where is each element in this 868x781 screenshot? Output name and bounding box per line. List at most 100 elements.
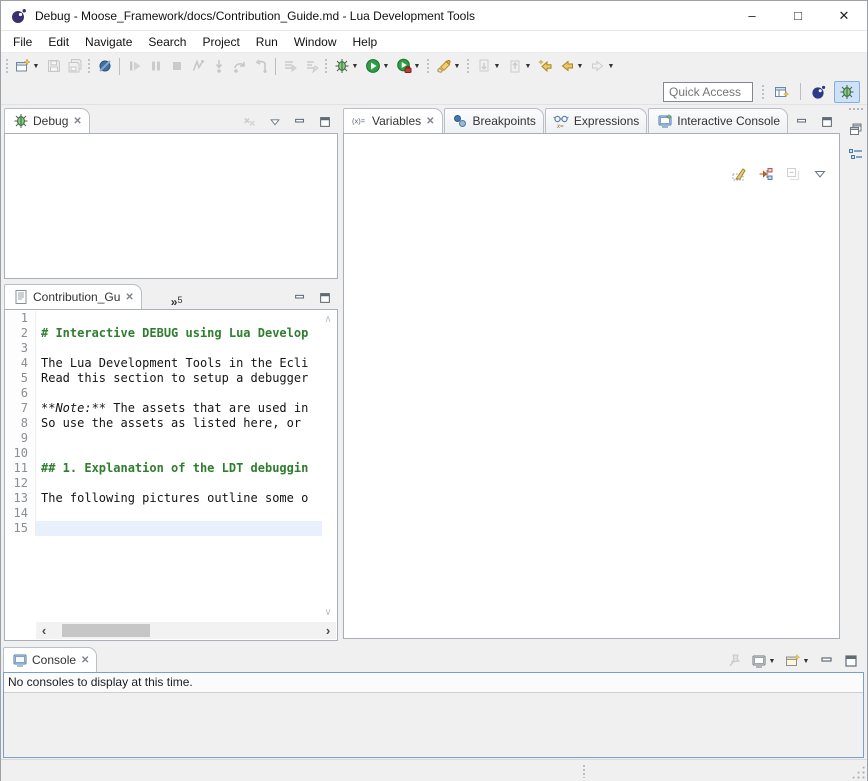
dropdown-arrow-icon[interactable]: ▼ bbox=[606, 55, 616, 77]
tab-variables[interactable]: (x)= Variables ✕ bbox=[343, 108, 443, 133]
lua-perspective-button[interactable] bbox=[806, 81, 832, 103]
next-annotation-button[interactable]: ▼ bbox=[474, 55, 503, 77]
debug-view-content[interactable] bbox=[4, 133, 338, 279]
editor-line-3[interactable]: 3 bbox=[6, 341, 322, 356]
dropdown-arrow-icon[interactable]: ▼ bbox=[350, 55, 360, 77]
editor-line-5[interactable]: 5Read this section to setup a debugger bbox=[6, 371, 322, 386]
toolbar-drag-handle[interactable] bbox=[324, 58, 328, 74]
editor-line-2[interactable]: 2# Interactive DEBUG using Lua Develop bbox=[6, 326, 322, 341]
maximize-button[interactable] bbox=[817, 111, 836, 133]
close-tab-icon[interactable]: ✕ bbox=[73, 116, 81, 127]
toolbar-drag-handle[interactable] bbox=[466, 58, 470, 74]
display-selected-console-button[interactable]: ▼ bbox=[749, 650, 778, 672]
dropdown-arrow-icon[interactable]: ▼ bbox=[523, 55, 533, 77]
resume-button[interactable] bbox=[125, 55, 144, 77]
minimize-button[interactable] bbox=[792, 111, 811, 133]
console-content[interactable]: No consoles to display at this time. bbox=[3, 672, 864, 758]
disconnect-button[interactable] bbox=[188, 55, 207, 77]
tab-debug[interactable]: Debug ✕ bbox=[4, 108, 90, 133]
save-button[interactable] bbox=[44, 55, 63, 77]
menu-edit[interactable]: Edit bbox=[40, 33, 77, 51]
menu-window[interactable]: Window bbox=[286, 33, 345, 51]
variables-content[interactable] bbox=[343, 133, 840, 639]
rail-drag-handle[interactable] bbox=[848, 107, 864, 112]
horizontal-scrollbar[interactable]: ‹ › bbox=[36, 622, 336, 639]
editor-line-10[interactable]: 10 bbox=[6, 446, 322, 461]
use-step-filters-button[interactable] bbox=[281, 55, 300, 77]
save-all-button[interactable] bbox=[65, 55, 84, 77]
editor-text-area[interactable]: 12# Interactive DEBUG using Lua Develop3… bbox=[6, 311, 322, 622]
dropdown-arrow-icon[interactable]: ▼ bbox=[767, 650, 777, 672]
editor-line-7[interactable]: 7**Note:** The assets that are used in bbox=[6, 401, 322, 416]
debug-button[interactable]: ▼ bbox=[332, 55, 361, 77]
editor-line-13[interactable]: 13The following pictures outline some o bbox=[6, 491, 322, 506]
close-tab-icon[interactable]: ✕ bbox=[125, 292, 133, 303]
pin-console-button[interactable] bbox=[725, 650, 744, 672]
maximize-button[interactable] bbox=[315, 111, 334, 133]
remove-all-terminated-button[interactable] bbox=[240, 111, 259, 133]
toolbar-drag-handle[interactable] bbox=[426, 58, 430, 74]
scrollbar-track[interactable] bbox=[52, 622, 320, 639]
step-into-button[interactable] bbox=[209, 55, 228, 77]
scroll-down-icon[interactable]: ∨ bbox=[322, 607, 334, 618]
show-type-names-button[interactable] bbox=[729, 163, 748, 185]
editor-line-15[interactable]: 15 bbox=[6, 521, 322, 536]
minimize-button[interactable] bbox=[290, 287, 309, 309]
skip-all-breakpoints-button[interactable] bbox=[95, 55, 114, 77]
menu-search[interactable]: Search bbox=[140, 33, 194, 51]
debug-perspective-button[interactable] bbox=[834, 81, 860, 103]
editor-line-12[interactable]: 12 bbox=[6, 476, 322, 491]
editor-line-14[interactable]: 14 bbox=[6, 506, 322, 521]
scrollbar-thumb[interactable] bbox=[62, 624, 150, 637]
dropdown-arrow-icon[interactable]: ▼ bbox=[801, 650, 811, 672]
show-logical-structures-button[interactable] bbox=[756, 163, 775, 185]
quick-access-input[interactable] bbox=[663, 82, 753, 102]
editor-line-4[interactable]: 4The Lua Development Tools in the Ecli bbox=[6, 356, 322, 371]
restore-views-button[interactable] bbox=[845, 118, 867, 140]
minimize-button[interactable] bbox=[817, 650, 836, 672]
view-menu-button[interactable] bbox=[810, 163, 829, 185]
step-over-button[interactable] bbox=[230, 55, 249, 77]
mark-occurrences-button[interactable]: ▼ bbox=[434, 55, 463, 77]
minimize-window-button[interactable]: – bbox=[729, 1, 775, 30]
maximize-button[interactable] bbox=[315, 287, 334, 309]
editor-line-1[interactable]: 1 bbox=[6, 311, 322, 326]
external-tools-button[interactable]: ▼ bbox=[394, 55, 423, 77]
last-edit-location-button[interactable] bbox=[536, 55, 555, 77]
editor-line-8[interactable]: 8So use the assets as listed here, or bbox=[6, 416, 322, 431]
open-perspective-button[interactable] bbox=[769, 81, 795, 103]
menu-navigate[interactable]: Navigate bbox=[77, 33, 140, 51]
previous-annotation-button[interactable]: ▼ bbox=[505, 55, 534, 77]
suspend-button[interactable] bbox=[146, 55, 165, 77]
forward-button[interactable]: ▼ bbox=[588, 55, 617, 77]
scroll-up-icon[interactable]: ∧ bbox=[322, 314, 334, 325]
close-window-button[interactable]: ✕ bbox=[821, 1, 867, 30]
view-menu-button[interactable] bbox=[265, 111, 284, 133]
collapse-all-button[interactable] bbox=[783, 163, 802, 185]
dropdown-arrow-icon[interactable]: ▼ bbox=[381, 55, 391, 77]
hidden-editor-tabs-chevron[interactable]: »5 bbox=[171, 292, 183, 309]
editor-line-9[interactable]: 9 bbox=[6, 431, 322, 446]
dropdown-arrow-icon[interactable]: ▼ bbox=[452, 55, 462, 77]
close-tab-icon[interactable]: ✕ bbox=[81, 655, 89, 666]
open-console-button[interactable]: ▼ bbox=[783, 650, 812, 672]
close-tab-icon[interactable]: ✕ bbox=[426, 116, 434, 127]
step-return-button[interactable] bbox=[251, 55, 270, 77]
maximize-window-button[interactable]: □ bbox=[775, 1, 821, 30]
scroll-right-icon[interactable]: › bbox=[320, 623, 336, 638]
tab-console[interactable]: Console ✕ bbox=[3, 647, 97, 672]
new-wizard-button[interactable]: ▼ bbox=[13, 55, 42, 77]
terminate-button[interactable] bbox=[167, 55, 186, 77]
editor-content[interactable]: 12# Interactive DEBUG using Lua Develop3… bbox=[4, 309, 338, 641]
editor-line-11[interactable]: 11## 1. Explanation of the LDT debuggin bbox=[6, 461, 322, 476]
scroll-left-icon[interactable]: ‹ bbox=[36, 623, 52, 638]
step-filters-config-button[interactable] bbox=[302, 55, 321, 77]
back-button[interactable]: ▼ bbox=[557, 55, 586, 77]
toolbar-drag-handle[interactable] bbox=[5, 58, 9, 74]
dropdown-arrow-icon[interactable]: ▼ bbox=[31, 55, 41, 77]
dropdown-arrow-icon[interactable]: ▼ bbox=[412, 55, 422, 77]
tab-breakpoints[interactable]: Breakpoints bbox=[444, 108, 544, 133]
menu-help[interactable]: Help bbox=[345, 33, 386, 51]
tab-expressions[interactable]: x= Expressions bbox=[545, 108, 647, 133]
tab-interactive-console[interactable]: Interactive Console bbox=[648, 108, 788, 133]
